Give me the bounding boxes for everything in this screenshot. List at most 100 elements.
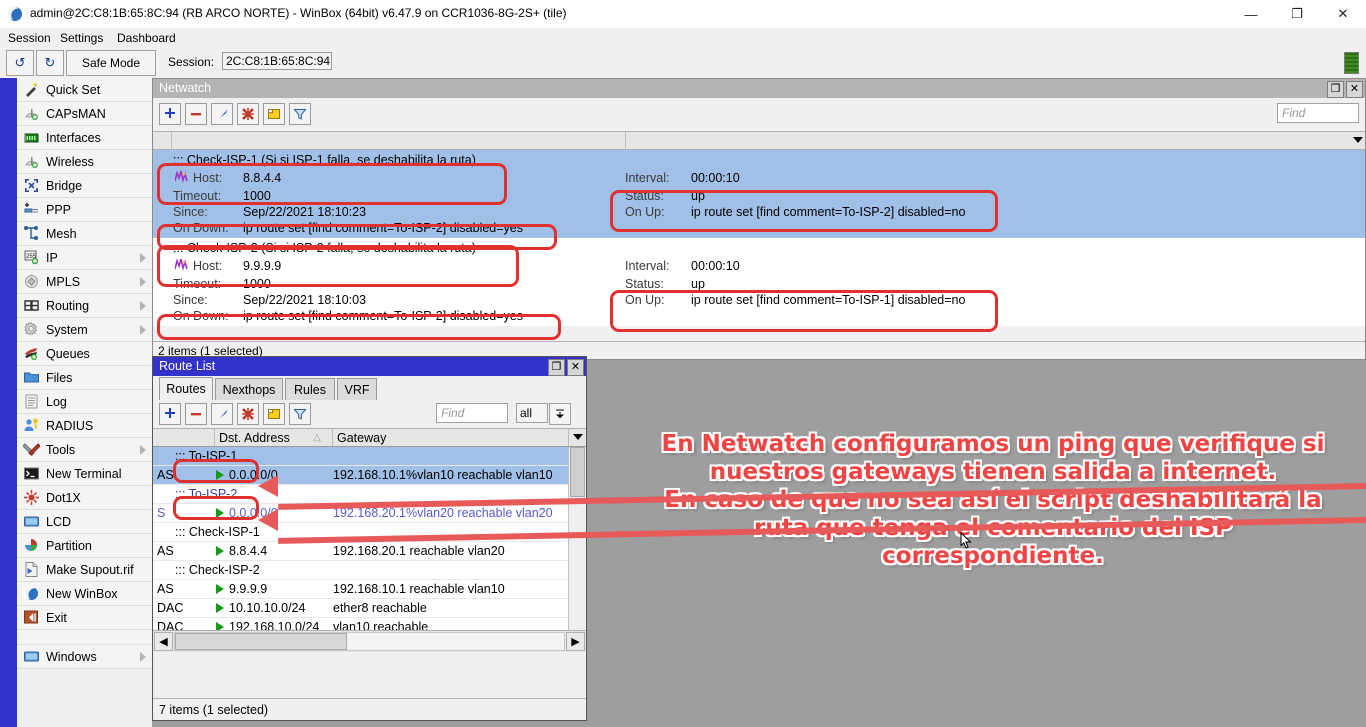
netwatch-onup-label: On Up:	[625, 205, 665, 219]
tab-vrf[interactable]: VRF	[337, 378, 377, 400]
sidebar-item-windows[interactable]: Windows	[17, 645, 152, 669]
sidebar-item-label: MPLS	[46, 275, 80, 289]
route-list-header-gateway[interactable]: Gateway	[333, 429, 569, 446]
add-button[interactable]	[159, 103, 181, 125]
table-row[interactable]: AS 0.0.0.0/0 192.168.10.1%vlan10 reachab…	[153, 466, 569, 485]
chevron-down-icon[interactable]	[573, 434, 583, 440]
sidebar-item-mpls[interactable]: MPLS	[17, 270, 152, 294]
route-active-icon	[216, 546, 224, 556]
sidebar-item-label: Mesh	[46, 227, 77, 241]
netwatch-restore-button[interactable]: ❐	[1327, 81, 1344, 98]
menu-item-settings[interactable]: Settings	[56, 30, 107, 46]
menu-item-session[interactable]: Session	[4, 30, 55, 46]
safe-mode-button[interactable]: Safe Mode	[66, 50, 156, 76]
route-list-title-bar[interactable]: Route List ❐ ✕	[153, 357, 586, 376]
tab-rules[interactable]: Rules	[285, 378, 335, 400]
remove-button[interactable]	[185, 403, 207, 425]
netwatch-entry-row[interactable]: ::: Check-ISP-1 (Si si ISP-1 falla, se d…	[153, 150, 1365, 238]
netwatch-header-main	[171, 132, 626, 149]
route-list-filter-dropdown-button[interactable]	[549, 403, 571, 425]
netwatch-title-bar[interactable]: Netwatch ❐ ✕	[153, 79, 1365, 98]
enable-button[interactable]	[211, 403, 233, 425]
table-row[interactable]: ::: To-ISP-2	[153, 485, 569, 504]
sidebar-item-new-winbox[interactable]: New WinBox	[17, 582, 152, 606]
network-card-icon	[23, 129, 40, 146]
route-list-filter-select[interactable]: all	[516, 403, 548, 423]
tab-nexthops[interactable]: Nexthops	[215, 378, 283, 400]
disable-button[interactable]	[237, 403, 259, 425]
enable-button[interactable]	[211, 103, 233, 125]
sidebar-item-label: Dot1X	[46, 491, 81, 505]
scrollbar-track[interactable]	[174, 632, 565, 651]
close-button[interactable]: ✕	[1320, 0, 1366, 28]
scrollbar-thumb[interactable]	[570, 447, 585, 497]
netwatch-entry-row[interactable]: ::: Check-ISP-2 (Si si ISP-2 falla, se d…	[153, 238, 1365, 326]
sidebar-item-bridge[interactable]: Bridge	[17, 174, 152, 198]
netwatch-since-value: Sep/22/2021 18:10:03	[243, 293, 366, 307]
sidebar-item-partition[interactable]: Partition	[17, 534, 152, 558]
sidebar-item-new-terminal[interactable]: New Terminal	[17, 462, 152, 486]
sidebar-item-capsman[interactable]: CAPsMAN	[17, 102, 152, 126]
sidebar-item-exit[interactable]: Exit	[17, 606, 152, 630]
session-value[interactable]: 2C:C8:1B:65:8C:94	[222, 52, 332, 70]
comment-button[interactable]	[263, 403, 285, 425]
remove-button[interactable]	[185, 103, 207, 125]
route-list-column-headers: Dst. Address Gateway △	[153, 428, 586, 447]
sidebar-item-quick-set[interactable]: Quick Set	[17, 78, 152, 102]
route-list-horizontal-scrollbar[interactable]: ◀ ▶	[153, 630, 586, 652]
session-label: Session:	[168, 55, 214, 69]
sidebar-item-radius[interactable]: RADIUS	[17, 414, 152, 438]
filter-button[interactable]	[289, 403, 311, 425]
sidebar-item-ppp[interactable]: PPP	[17, 198, 152, 222]
route-list-restore-button[interactable]: ❐	[548, 359, 565, 376]
netwatch-close-button[interactable]: ✕	[1346, 81, 1363, 98]
sidebar-item-interfaces[interactable]: Interfaces	[17, 126, 152, 150]
table-row[interactable]: DAC 192.168.10.0/24 vlan10 reachable	[153, 618, 569, 630]
table-row[interactable]: S 0.0.0.0/0 192.168.20.1%vlan20 reachabl…	[153, 504, 569, 523]
table-row[interactable]: ::: Check-ISP-2	[153, 561, 569, 580]
table-row[interactable]: DAC 10.10.10.0/24 ether8 reachable	[153, 599, 569, 618]
sidebar-item-ip[interactable]: 255 IP	[17, 246, 152, 270]
undo-button[interactable]: ↺	[6, 50, 34, 76]
sidebar-item-lcd[interactable]: LCD	[17, 510, 152, 534]
table-row[interactable]: AS 8.8.4.4 192.168.20.1 reachable vlan20	[153, 542, 569, 561]
add-button[interactable]	[159, 403, 181, 425]
netwatch-find-input[interactable]: Find	[1277, 103, 1359, 123]
sidebar-item-mesh[interactable]: Mesh	[17, 222, 152, 246]
maximize-restore-button[interactable]: ❐	[1274, 0, 1320, 28]
sidebar-item-make-supout[interactable]: Make Supout.rif	[17, 558, 152, 582]
bridge-icon	[23, 177, 40, 194]
disable-button[interactable]	[237, 103, 259, 125]
scrollbar-thumb[interactable]	[175, 633, 347, 650]
sidebar-item-system[interactable]: System	[17, 318, 152, 342]
sidebar-item-routing[interactable]: Routing	[17, 294, 152, 318]
filter-button[interactable]	[289, 103, 311, 125]
scroll-left-button[interactable]: ◀	[154, 632, 173, 651]
sidebar-item-files[interactable]: Files	[17, 366, 152, 390]
sidebar-item-dot1x[interactable]: Dot1X	[17, 486, 152, 510]
minimize-button[interactable]: —	[1228, 0, 1274, 28]
route-list-find-input[interactable]: Find	[436, 403, 508, 423]
mpls-icon	[23, 273, 40, 290]
sidebar-item-log[interactable]: Log	[17, 390, 152, 414]
comment-button[interactable]	[263, 103, 285, 125]
route-list-vertical-scrollbar[interactable]	[568, 447, 586, 630]
wand-icon	[23, 81, 40, 98]
table-row[interactable]: ::: To-ISP-1	[153, 447, 569, 466]
route-list-close-button[interactable]: ✕	[567, 359, 584, 376]
menu-item-dashboard[interactable]: Dashboard	[113, 30, 180, 46]
redo-button[interactable]: ↻	[36, 50, 64, 76]
table-row[interactable]: ::: Check-ISP-1	[153, 523, 569, 542]
sidebar-item-tools[interactable]: Tools	[17, 438, 152, 462]
sidebar-item-label: New WinBox	[46, 587, 118, 601]
chevron-down-icon[interactable]	[1353, 137, 1363, 143]
window-title-text: admin@2C:C8:1B:65:8C:94 (RB ARCO NORTE) …	[30, 6, 567, 20]
scroll-right-button[interactable]: ▶	[566, 632, 585, 651]
radius-icon	[23, 417, 40, 434]
tab-routes[interactable]: Routes	[159, 377, 213, 400]
table-row[interactable]: AS 9.9.9.9 192.168.10.1 reachable vlan10	[153, 580, 569, 599]
route-list-header-flags[interactable]	[153, 429, 215, 446]
sidebar-item-queues[interactable]: Queues	[17, 342, 152, 366]
route-active-icon	[216, 508, 224, 518]
sidebar-item-wireless[interactable]: Wireless	[17, 150, 152, 174]
